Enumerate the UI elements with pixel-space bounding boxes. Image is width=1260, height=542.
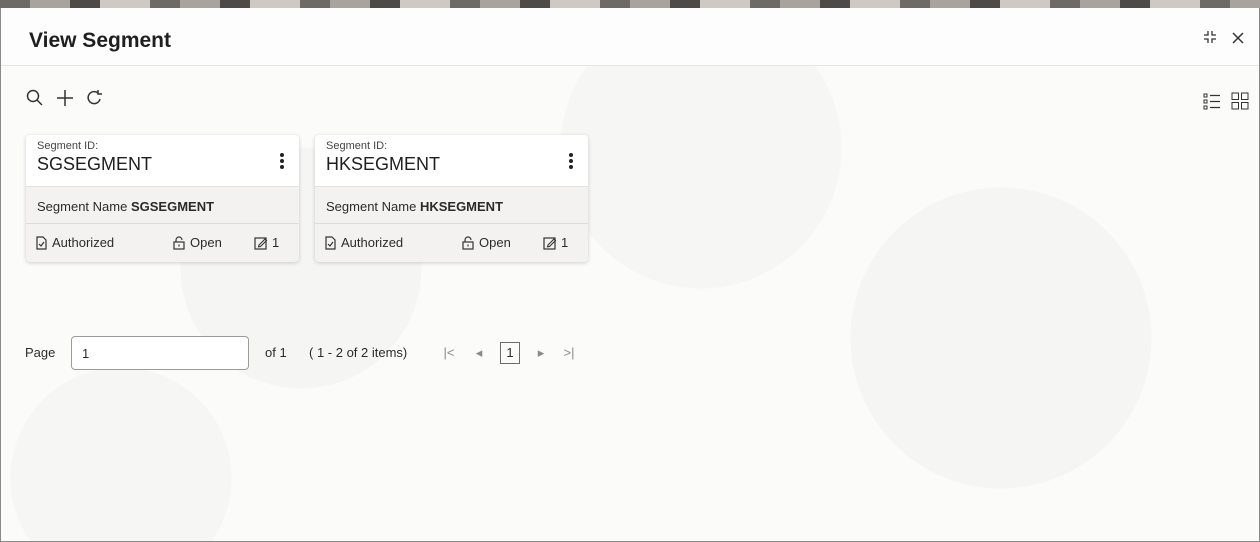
document-check-icon xyxy=(36,235,47,250)
edit-icon xyxy=(254,236,268,250)
edit-count: 1 xyxy=(543,235,568,250)
segment-name-value: SGSEGMENT xyxy=(130,199,215,214)
view-segment-window: View Segment Segment ID: SGSEGMENT Segme… xyxy=(0,8,1260,542)
lock-status: Open xyxy=(461,235,511,250)
segment-name-row: Segment Name SGSEGMENT xyxy=(37,199,214,214)
collapse-icon[interactable] xyxy=(1199,28,1221,50)
first-page-button[interactable]: |< xyxy=(441,345,457,360)
lock-text: Open xyxy=(479,235,511,250)
card-footer: Authorized Open 1 xyxy=(26,224,299,262)
segment-name-value: HKSEGMENT xyxy=(419,199,504,214)
page-label: Page xyxy=(25,345,56,360)
page-of-text: of 1 xyxy=(265,345,287,360)
segment-id-label: Segment ID: xyxy=(37,140,99,152)
unlock-icon xyxy=(173,235,185,250)
search-icon[interactable] xyxy=(25,88,47,110)
next-page-button[interactable]: ▸ xyxy=(533,345,549,361)
items-count-text: ( 1 - 2 of 2 items) xyxy=(309,345,408,360)
tile-view-icon[interactable] xyxy=(1231,92,1251,112)
current-page-button[interactable]: 1 xyxy=(500,342,520,364)
refresh-icon[interactable] xyxy=(85,88,107,110)
plus-icon[interactable] xyxy=(55,88,77,110)
lock-text: Open xyxy=(190,235,222,250)
segment-name-label: Segment Name xyxy=(326,199,417,214)
page-title: View Segment xyxy=(29,29,171,52)
edit-count-text: 1 xyxy=(272,235,280,250)
card-header: Segment ID: SGSEGMENT xyxy=(26,135,299,187)
last-page-button[interactable]: >| xyxy=(561,345,577,360)
edit-count-text: 1 xyxy=(561,235,569,250)
more-options-icon[interactable] xyxy=(566,151,576,171)
unlock-icon xyxy=(462,235,474,250)
segment-card[interactable]: Segment ID: SGSEGMENT Segment Name SGSEG… xyxy=(26,135,299,262)
status-text: Authorized xyxy=(52,235,115,250)
card-footer: Authorized Open 1 xyxy=(315,224,588,262)
document-check-icon xyxy=(325,235,336,250)
lock-status: Open xyxy=(172,235,222,250)
status-text: Authorized xyxy=(341,235,404,250)
page-number-input[interactable] xyxy=(71,336,249,370)
more-options-icon[interactable] xyxy=(277,151,287,171)
segment-card[interactable]: Segment ID: HKSEGMENT Segment Name HKSEG… xyxy=(315,135,588,262)
segment-name-label: Segment Name xyxy=(37,199,128,214)
edit-icon xyxy=(543,236,557,250)
prev-page-button[interactable]: ◂ xyxy=(471,345,487,361)
authorized-status: Authorized xyxy=(323,235,403,250)
top-decorative-strip xyxy=(0,0,1260,8)
authorized-status: Authorized xyxy=(34,235,114,250)
segment-id-value: SGSEGMENT xyxy=(37,154,153,174)
edit-count: 1 xyxy=(254,235,279,250)
window-titlebar: View Segment xyxy=(1,8,1259,66)
segment-name-row: Segment Name HKSEGMENT xyxy=(326,199,503,214)
segment-id-label: Segment ID: xyxy=(326,140,388,152)
close-icon[interactable] xyxy=(1227,28,1249,50)
list-view-icon[interactable] xyxy=(1203,92,1223,112)
card-header: Segment ID: HKSEGMENT xyxy=(315,135,588,187)
segment-id-value: HKSEGMENT xyxy=(326,154,441,174)
pagination: Page of 1 ( 1 - 2 of 2 items) |< ◂ 1 ▸ >… xyxy=(25,336,645,370)
